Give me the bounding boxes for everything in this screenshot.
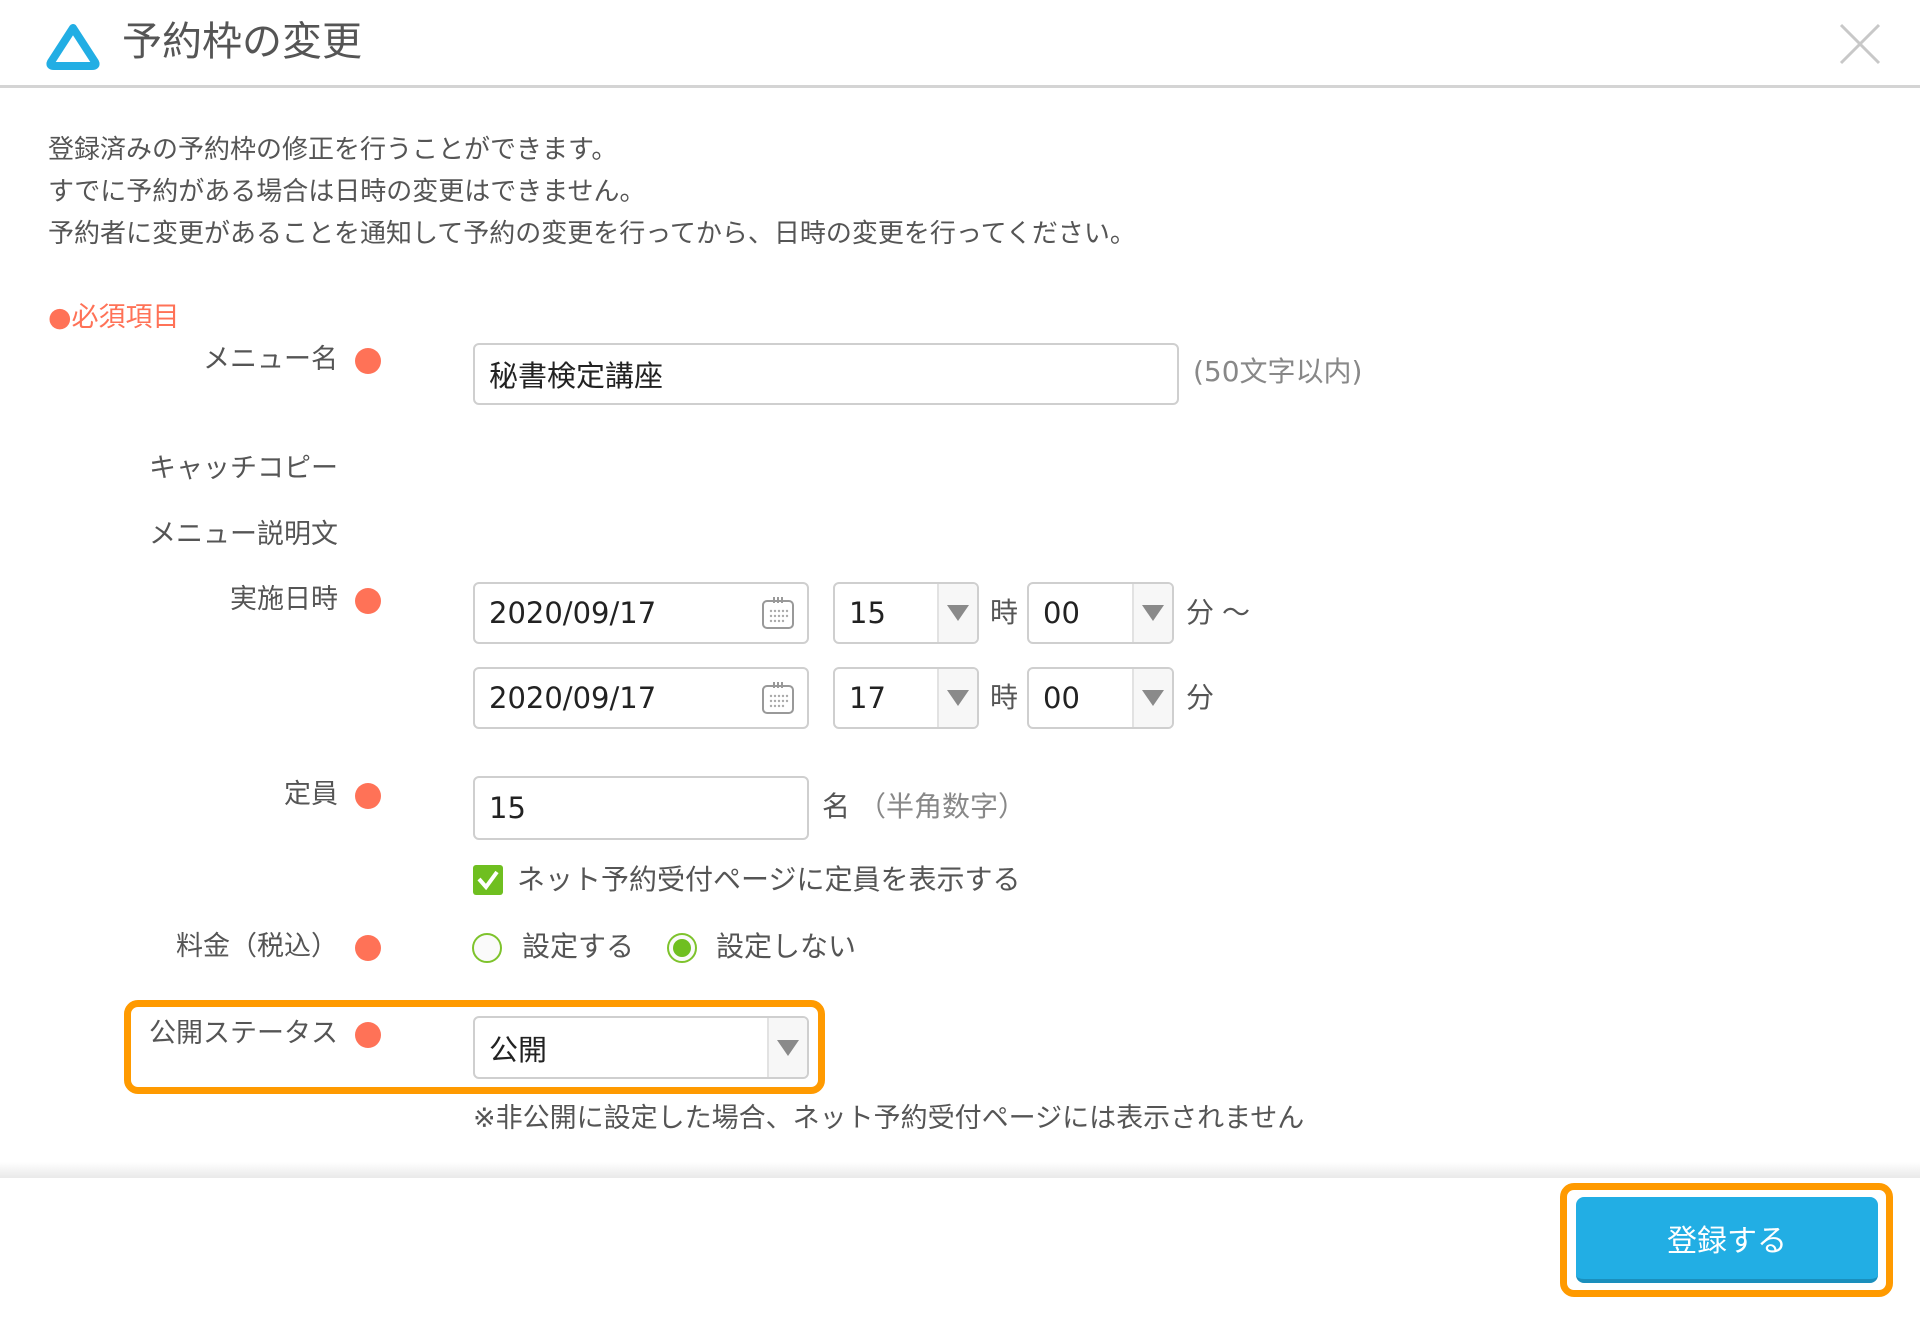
capacity-unit: 名 <box>822 790 851 823</box>
catch-copy-label: キャッチコピー <box>149 453 338 484</box>
close-icon[interactable] <box>1838 22 1882 66</box>
dialog-title: 予約枠の変更 <box>122 19 362 65</box>
calendar-icon[interactable] <box>761 681 795 715</box>
end-date-value: 2020/09/17 <box>489 681 657 715</box>
required-dot <box>355 1022 381 1048</box>
minute-unit: 分 <box>1186 681 1215 714</box>
minute-unit: 分 <box>1186 596 1215 629</box>
fee-not-set-radio[interactable] <box>667 933 697 963</box>
submit-button[interactable]: 登録する <box>1576 1197 1878 1283</box>
publish-status-value: 公開 <box>489 1032 548 1067</box>
required-dot <box>355 348 381 374</box>
end-date-input[interactable]: 2020/09/17 <box>473 667 809 729</box>
end-minute-value: 00 <box>1043 681 1080 715</box>
dropdown-arrow-icon[interactable] <box>1132 669 1172 727</box>
required-fields-note: ●必須項目 <box>48 302 180 333</box>
publish-status-select[interactable]: 公開 <box>473 1016 809 1079</box>
fee-set-radio[interactable] <box>472 933 502 963</box>
capacity-hint: （半角数字） <box>858 790 1027 823</box>
description-line-3: 予約者に変更があることを通知して予約の変更を行ってから、日時の変更を行ってくださ… <box>48 219 1136 249</box>
menu-name-value: 秘書検定講座 <box>489 359 664 393</box>
datetime-label: 実施日時 <box>230 584 338 615</box>
show-capacity-label: ネット予約受付ページに定員を表示する <box>517 863 1021 896</box>
publish-status-note: ※非公開に設定した場合、ネット予約受付ページには表示されません <box>473 1103 1305 1134</box>
fee-not-set-label: 設定しない <box>716 930 857 963</box>
publish-status-label: 公開ステータス <box>149 1018 338 1049</box>
start-hour-value: 15 <box>849 596 886 630</box>
start-date-value: 2020/09/17 <box>489 596 657 630</box>
fee-label: 料金（税込） <box>176 931 338 962</box>
calendar-icon[interactable] <box>761 596 795 630</box>
description-line-2: すでに予約がある場合は日時の変更はできません。 <box>48 177 646 207</box>
fee-set-label: 設定する <box>522 930 635 963</box>
triangle-logo-icon <box>46 24 100 70</box>
dropdown-arrow-icon[interactable] <box>937 669 977 727</box>
end-minute-select[interactable]: 00 <box>1027 667 1174 729</box>
show-capacity-checkbox[interactable] <box>473 865 503 895</box>
start-minute-value: 00 <box>1043 596 1080 630</box>
menu-description-label: メニュー説明文 <box>149 519 338 550</box>
hour-unit: 時 <box>990 681 1019 714</box>
dropdown-arrow-icon[interactable] <box>937 584 977 642</box>
dropdown-arrow-icon[interactable] <box>767 1018 807 1077</box>
capacity-value: 15 <box>489 791 526 825</box>
range-separator: ～ <box>1222 596 1251 629</box>
footer-divider <box>0 1162 1920 1178</box>
start-minute-select[interactable]: 00 <box>1027 582 1174 644</box>
start-hour-select[interactable]: 15 <box>833 582 979 644</box>
end-hour-select[interactable]: 17 <box>833 667 979 729</box>
end-hour-value: 17 <box>849 681 886 715</box>
required-dot <box>355 588 381 614</box>
dropdown-arrow-icon[interactable] <box>1132 584 1172 642</box>
capacity-input[interactable]: 15 <box>473 776 809 840</box>
start-date-input[interactable]: 2020/09/17 <box>473 582 809 644</box>
checkmark-icon <box>477 870 499 890</box>
menu-name-label: メニュー名 <box>203 344 338 375</box>
menu-name-input[interactable]: 秘書検定講座 <box>473 343 1179 405</box>
description-line-1: 登録済みの予約枠の修正を行うことができます。 <box>48 135 618 165</box>
capacity-label: 定員 <box>284 779 338 810</box>
required-dot <box>355 935 381 961</box>
hour-unit: 時 <box>990 596 1019 629</box>
dialog-header: 予約枠の変更 <box>0 0 1920 88</box>
menu-name-hint: (50文字以内) <box>1193 355 1363 388</box>
required-dot <box>355 783 381 809</box>
